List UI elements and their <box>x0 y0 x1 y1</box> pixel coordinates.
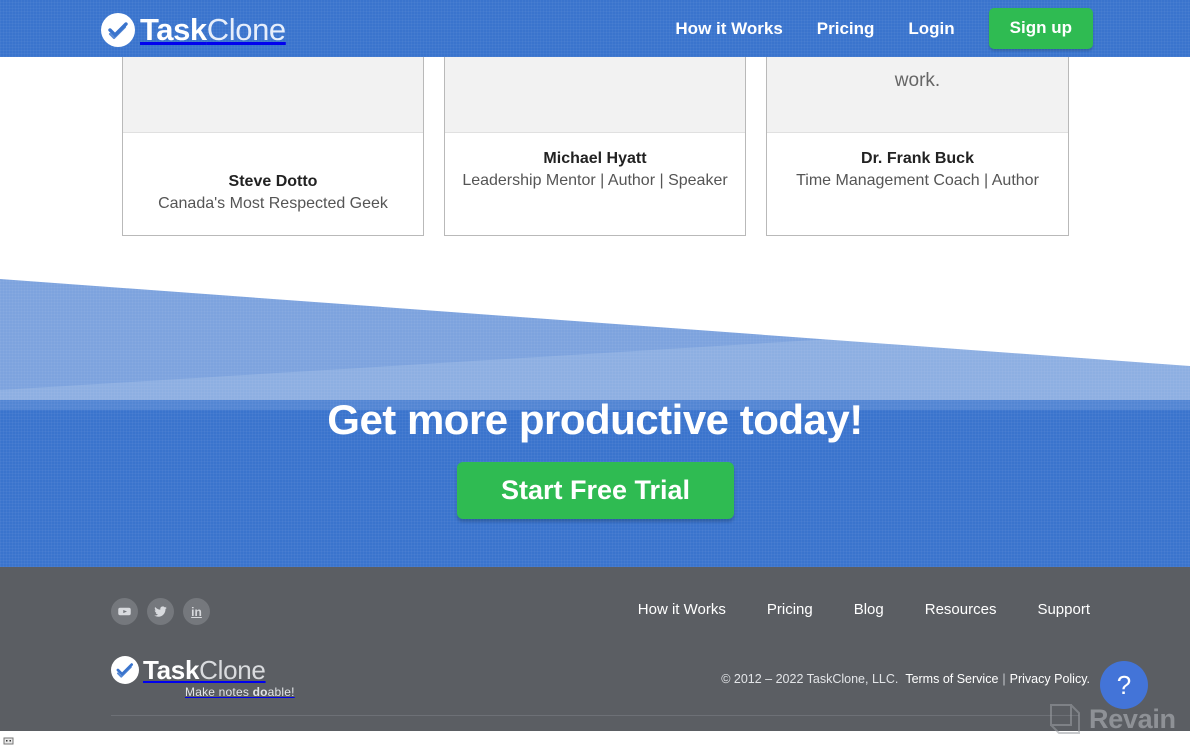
checkmark-badge-icon <box>101 13 135 47</box>
logo-text-task: Task <box>140 12 207 47</box>
footer-nav: How it Works Pricing Blog Resources Supp… <box>638 601 1090 618</box>
twitter-icon[interactable] <box>147 598 174 625</box>
footer-tagline: Make notes doable! <box>185 685 295 699</box>
testimonial-card: work. Dr. Frank Buck Time Management Coa… <box>766 56 1069 236</box>
nav-how-it-works[interactable]: How it Works <box>675 19 782 39</box>
tagline-bold: do <box>252 685 268 699</box>
testimonial-quote <box>445 56 745 133</box>
legal-separator: | <box>1002 672 1006 686</box>
footer-logo[interactable]: TaskClone Make notes doable! <box>111 656 295 699</box>
testimonials-section: Steve Dotto Canada's Most Respected Geek… <box>0 56 1190 270</box>
footer-logo-text-task: Task <box>143 655 200 685</box>
header-logo[interactable]: TaskClone <box>101 11 286 49</box>
revain-watermark: Revain <box>1048 702 1176 736</box>
footer-logo-text-clone: Clone <box>199 655 266 685</box>
linkedin-label: in <box>191 604 202 619</box>
logo-text-clone: Clone <box>206 12 286 47</box>
site-header: TaskClone How it Works Pricing Login Sig… <box>0 0 1190 57</box>
help-button[interactable]: ? <box>1100 661 1148 709</box>
privacy-policy-link[interactable]: Privacy Policy. <box>1010 672 1090 686</box>
start-free-trial-button[interactable]: Start Free Trial <box>457 462 734 519</box>
tagline-pre: Make notes <box>185 685 253 699</box>
testimonial-quote <box>123 56 423 133</box>
footer-nav-blog[interactable]: Blog <box>854 601 884 618</box>
terms-of-service-link[interactable]: Terms of Service <box>905 672 998 686</box>
checkmark-badge-icon <box>111 656 139 684</box>
testimonial-role: Canada's Most Respected Geek <box>158 195 388 212</box>
cta-title: Get more productive today! <box>327 396 863 443</box>
linkedin-icon[interactable]: in <box>183 598 210 625</box>
testimonial-name: Michael Hyatt <box>543 150 647 167</box>
footer-divider <box>111 715 1079 716</box>
testimonial-quote: work. <box>767 56 1068 133</box>
testimonial-card: Michael Hyatt Leadership Mentor | Author… <box>444 56 746 236</box>
tagline-post: able! <box>267 685 295 699</box>
testimonial-role: Leadership Mentor | Author | Speaker <box>462 172 728 189</box>
cta-section: Get more productive today! Start Free Tr… <box>0 270 1190 567</box>
status-glyph-icon <box>3 737 14 745</box>
copyright-text: © 2012 – 2022 TaskClone, LLC. <box>721 672 899 686</box>
testimonial-role: Time Management Coach | Author <box>796 172 1039 189</box>
footer-nav-pricing[interactable]: Pricing <box>767 601 813 618</box>
footer-nav-resources[interactable]: Resources <box>925 601 997 618</box>
site-footer: in TaskClone Make notes doable! How it W… <box>0 567 1190 731</box>
social-links: in <box>111 598 210 625</box>
footer-legal: © 2012 – 2022 TaskClone, LLC. Terms of S… <box>721 672 1090 686</box>
revain-logo-icon <box>1050 704 1080 734</box>
testimonial-card: Steve Dotto Canada's Most Respected Geek <box>122 56 424 236</box>
signup-button[interactable]: Sign up <box>988 8 1093 49</box>
bottom-strip <box>0 731 1190 753</box>
youtube-icon[interactable] <box>111 598 138 625</box>
nav-login[interactable]: Login <box>908 19 954 39</box>
revain-watermark-text: Revain <box>1089 704 1176 734</box>
header-nav: How it Works Pricing Login Sign up <box>675 0 1190 57</box>
testimonial-name: Steve Dotto <box>228 173 318 190</box>
nav-pricing[interactable]: Pricing <box>817 19 875 39</box>
testimonial-name: Dr. Frank Buck <box>861 150 974 167</box>
footer-nav-how-it-works[interactable]: How it Works <box>638 601 726 618</box>
footer-nav-support[interactable]: Support <box>1037 601 1090 618</box>
